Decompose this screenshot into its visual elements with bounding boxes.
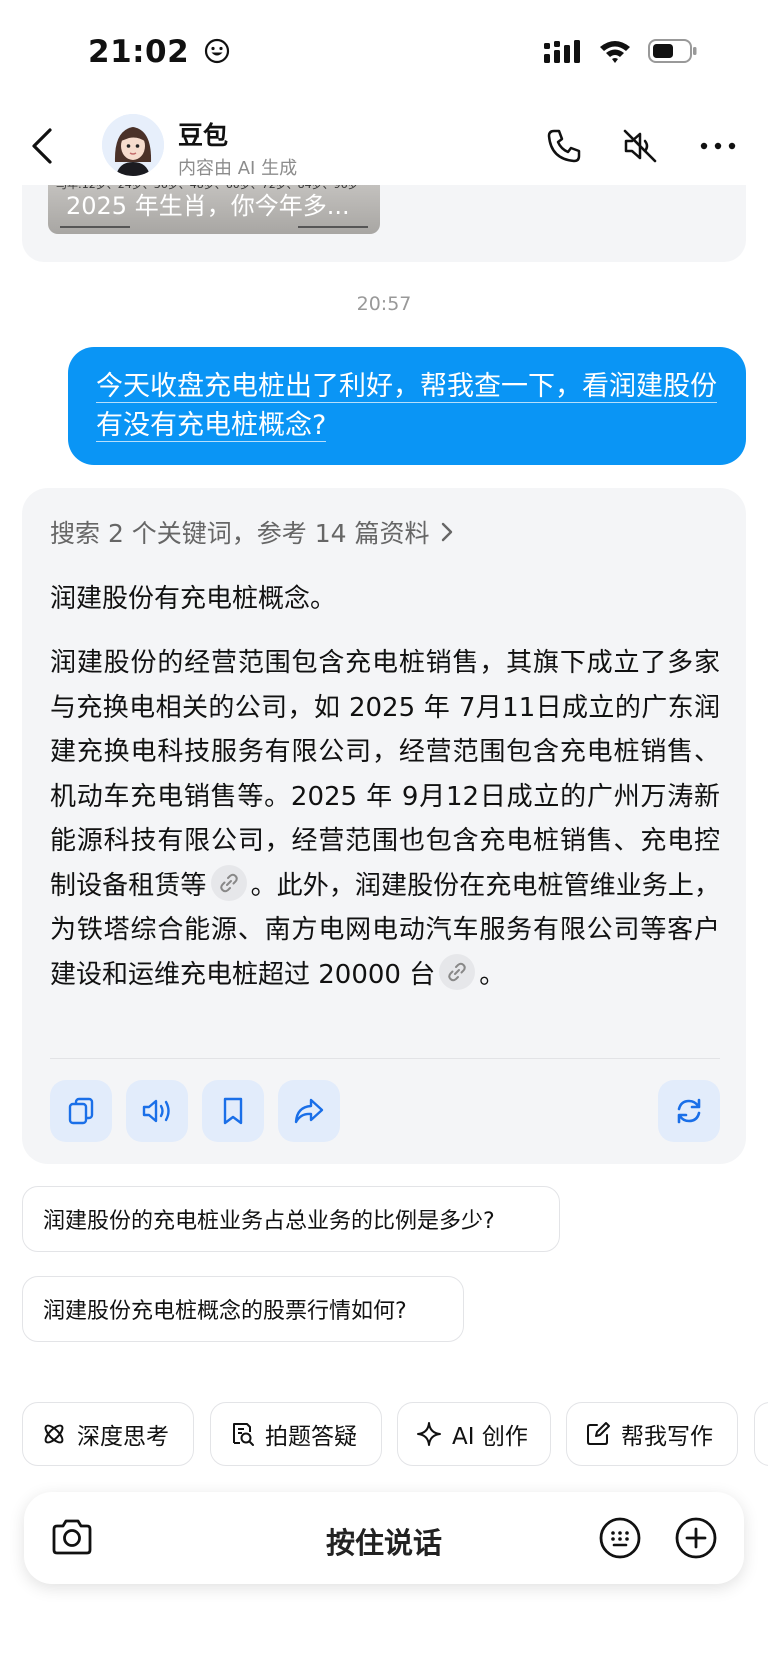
chip-photo-question[interactable]: 拍题答疑 bbox=[210, 1402, 382, 1466]
copy-icon bbox=[68, 1097, 94, 1125]
clock-text: 21:02 bbox=[88, 34, 190, 70]
ornament-divider-left bbox=[60, 226, 130, 228]
chip-deep-thinking[interactable]: 深度思考 bbox=[22, 1402, 194, 1466]
ornament-divider-right bbox=[298, 226, 368, 228]
read-aloud-button[interactable] bbox=[126, 1080, 188, 1142]
suggestion-chip[interactable]: 润建股份的充电桩业务占总业务的比例是多少? bbox=[22, 1186, 560, 1252]
bookmark-icon bbox=[223, 1097, 243, 1125]
bot-name: 豆包 bbox=[178, 121, 229, 150]
regenerate-icon bbox=[677, 1098, 701, 1124]
copy-button[interactable] bbox=[50, 1080, 112, 1142]
voice-input-bar[interactable]: 按住说话 bbox=[24, 1492, 744, 1584]
chip-help-write[interactable]: 帮我写作 bbox=[566, 1402, 738, 1466]
chip-label: AI 创作 bbox=[452, 1424, 528, 1450]
user-message-content: 今天收盘充电桩出了利好，帮我查一下，看润建股份有没有充电桩概念? bbox=[96, 371, 717, 442]
answer-divider bbox=[50, 1058, 720, 1059]
chip-label: 帮我写作 bbox=[621, 1424, 713, 1450]
citation-link-icon[interactable] bbox=[439, 954, 476, 990]
battery-icon bbox=[648, 39, 697, 63]
phone-icon[interactable] bbox=[546, 128, 582, 164]
answer-paragraph: 润建股份的经营范围包含充电桩销售，其旗下成立了多家与充换电相关的公司，如 202… bbox=[50, 641, 720, 997]
assistant-answer-card: 搜索 2 个关键词，参考 14 篇资料 润建股份有充电桩概念。 润建股份的经营范… bbox=[22, 488, 746, 1164]
avatar[interactable] bbox=[102, 114, 164, 176]
answer-text-part3: 。 bbox=[479, 959, 506, 990]
smiley-icon bbox=[205, 38, 230, 64]
bookmark-button[interactable] bbox=[202, 1080, 264, 1142]
header-actions bbox=[546, 128, 738, 164]
plus-icon[interactable] bbox=[674, 1516, 718, 1560]
more-icon[interactable] bbox=[698, 128, 738, 164]
answer-text-part1: 润建股份的经营范围包含充电桩销售，其旗下成立了多家与充换电相关的公司，如 202… bbox=[50, 648, 720, 901]
status-time: 21:02 bbox=[88, 34, 230, 70]
chat-header: 豆包 内容由 AI 生成 bbox=[0, 110, 768, 185]
cellular-signal-icon bbox=[544, 40, 580, 63]
avatar-portrait-icon bbox=[102, 114, 164, 176]
chip-label: 拍题答疑 bbox=[265, 1424, 357, 1450]
share-icon bbox=[294, 1098, 324, 1124]
search-summary-link[interactable]: 搜索 2 个关键词，参考 14 篇资料 bbox=[50, 514, 454, 550]
camera-icon[interactable] bbox=[50, 1517, 94, 1557]
answer-actions bbox=[50, 1080, 720, 1142]
atom-icon bbox=[44, 1424, 64, 1444]
back-icon[interactable] bbox=[28, 126, 58, 166]
scan-question-icon bbox=[233, 1423, 254, 1446]
mute-speaker-icon[interactable] bbox=[622, 128, 658, 164]
answer-headline: 润建股份有充电桩概念。 bbox=[50, 584, 337, 614]
chip-ai-creation[interactable]: AI 创作 bbox=[397, 1402, 551, 1466]
user-message-text: 今天收盘充电桩出了利好，帮我查一下，看润建股份有没有充电桩概念? bbox=[96, 367, 721, 445]
status-bar: 21:02 bbox=[0, 0, 768, 110]
keyboard-icon[interactable] bbox=[598, 1516, 642, 1560]
ai-disclaimer: 内容由 AI 生成 bbox=[178, 158, 298, 179]
suggestion-text: 润建股份充电桩概念的股票行情如何? bbox=[43, 1299, 407, 1324]
user-message-bubble[interactable]: 今天收盘充电桩出了利好，帮我查一下，看润建股份有没有充电桩概念? bbox=[68, 347, 746, 465]
chevron-right-icon bbox=[441, 522, 452, 542]
speaker-icon bbox=[142, 1099, 170, 1123]
chip-label: 深度思考 bbox=[77, 1424, 169, 1450]
citation-link-icon[interactable] bbox=[210, 865, 247, 901]
search-summary-text: 搜索 2 个关键词，参考 14 篇资料 bbox=[50, 519, 430, 548]
sparkle-icon bbox=[417, 1422, 441, 1446]
regenerate-button[interactable] bbox=[658, 1080, 720, 1142]
edit-icon bbox=[587, 1422, 610, 1445]
share-button[interactable] bbox=[278, 1080, 340, 1142]
status-icons bbox=[544, 38, 698, 64]
chip-overflow[interactable] bbox=[754, 1402, 768, 1466]
wifi-icon bbox=[600, 41, 630, 63]
suggestion-text: 润建股份的充电桩业务占总业务的比例是多少? bbox=[43, 1209, 495, 1234]
suggestion-chip[interactable]: 润建股份充电桩概念的股票行情如何? bbox=[22, 1276, 464, 1342]
message-timestamp: 20:57 bbox=[356, 293, 412, 315]
thumbnail-caption: 2025 年生肖，你今年多... bbox=[66, 192, 350, 220]
